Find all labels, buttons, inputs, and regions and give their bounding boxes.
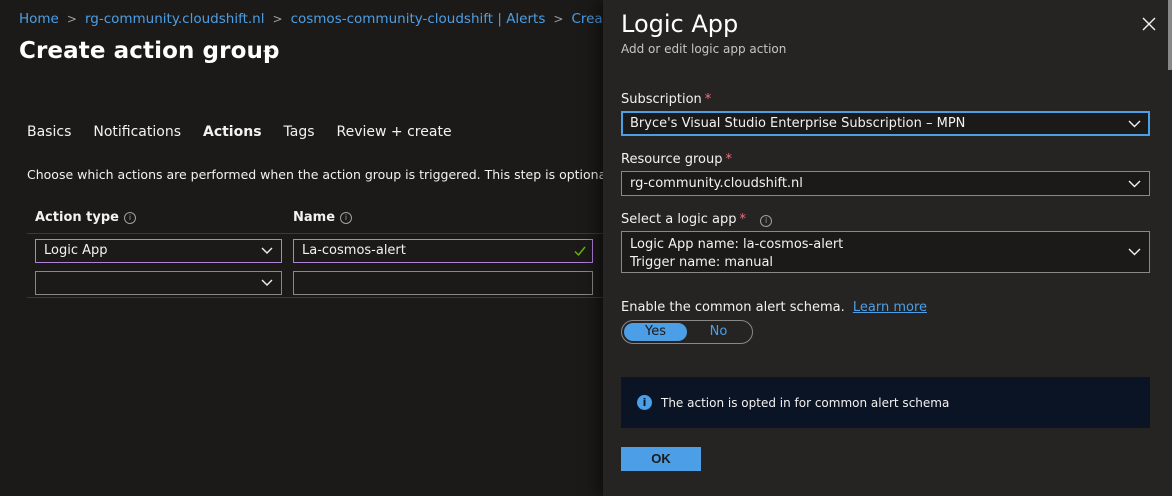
breadcrumb-create-alert-rule[interactable]: Create an alert rule [571,11,603,27]
tab-tags[interactable]: Tags [284,124,315,146]
actions-description: Choose which actions are performed when … [27,167,603,182]
breadcrumb-separator: > [66,12,77,26]
resource-group-dropdown[interactable]: rg-community.cloudshift.nl [621,171,1150,196]
info-message-bar: i The action is opted in for common aler… [621,377,1150,428]
chevron-down-icon [1128,120,1141,128]
more-options-icon[interactable]: ··· [262,44,278,60]
breadcrumb-separator: > [272,12,283,26]
info-message-text: The action is opted in for common alert … [661,395,950,410]
breadcrumb: Home > rg-community.cloudshift.nl > cosmos-c… [19,11,603,27]
column-header-label: Name [293,210,336,225]
tab-actions[interactable]: Actions [203,124,262,146]
tab-review-create[interactable]: Review + create [337,124,452,146]
common-schema-label: Enable the common alert schema. Learn mo… [621,300,927,315]
close-icon[interactable] [1142,17,1156,31]
breadcrumb-resource-group[interactable]: rg-community.cloudshift.nl [85,11,265,27]
tab-notifications[interactable]: Notifications [93,124,181,146]
common-schema-toggle[interactable]: Yes No [621,320,753,344]
required-marker: * [725,152,733,167]
breadcrumb-home[interactable]: Home [19,11,59,27]
chevron-down-icon [1128,248,1141,256]
page-title: Create action group [19,38,280,64]
resource-group-value: rg-community.cloudshift.nl [630,176,803,191]
subscription-label: Subscription * [621,92,711,107]
main-content: Home > rg-community.cloudshift.nl > cosmos-c… [0,0,603,496]
logic-app-dropdown[interactable]: Logic App name: la-cosmos-alert Trigger … [621,231,1150,273]
logic-app-label-text: Select a logic app [621,212,737,227]
chevron-down-icon [261,279,273,286]
learn-more-link[interactable]: Learn more [853,300,927,315]
checkmark-icon [574,246,586,257]
common-schema-label-text: Enable the common alert schema. [621,300,845,315]
info-icon: i [637,395,652,410]
logic-app-trigger: Trigger name: manual [630,255,774,270]
logic-app-name: Logic App name: la-cosmos-alert [630,237,844,252]
tab-list: Basics Notifications Actions Tags Review… [27,124,474,146]
info-icon[interactable]: i [123,211,136,224]
logic-app-panel: Logic App Add or edit logic app action S… [603,0,1172,496]
table-divider [27,297,603,298]
ok-button[interactable]: OK [621,447,701,471]
required-marker: * [704,92,712,107]
info-icon[interactable]: i [340,211,353,224]
action-type-dropdown-empty[interactable] [35,271,282,295]
chevron-down-icon [1128,180,1141,188]
required-marker: * [739,212,747,227]
action-name-input-empty[interactable] [293,271,593,295]
logic-app-label: Select a logic app * i [621,212,773,227]
breadcrumb-alerts[interactable]: cosmos-community-cloudshift | Alerts [291,11,546,27]
subscription-dropdown[interactable]: Bryce's Visual Studio Enterprise Subscri… [621,111,1150,136]
panel-subtitle: Add or edit logic app action [621,42,787,56]
action-type-dropdown[interactable]: Logic App [35,239,282,263]
subscription-value: Bryce's Visual Studio Enterprise Subscri… [630,116,966,131]
chevron-down-icon [261,247,273,254]
column-header-action-type: Action type i [35,210,136,225]
action-name-value: La-cosmos-alert [302,243,406,258]
resource-group-label-text: Resource group [621,152,723,167]
breadcrumb-separator: > [553,12,564,26]
panel-title: Logic App [621,10,739,38]
scrollbar[interactable] [1168,0,1172,70]
resource-group-label: Resource group * [621,152,732,167]
column-header-name: Name i [293,210,353,225]
subscription-label-text: Subscription [621,92,702,107]
info-icon[interactable]: i [760,215,773,227]
toggle-no[interactable]: No [687,323,750,341]
column-header-label: Action type [35,210,119,225]
action-type-value: Logic App [44,243,108,258]
tab-basics[interactable]: Basics [27,124,71,146]
table-divider [27,233,603,234]
toggle-yes[interactable]: Yes [624,323,687,341]
action-name-input[interactable]: La-cosmos-alert [293,239,593,263]
